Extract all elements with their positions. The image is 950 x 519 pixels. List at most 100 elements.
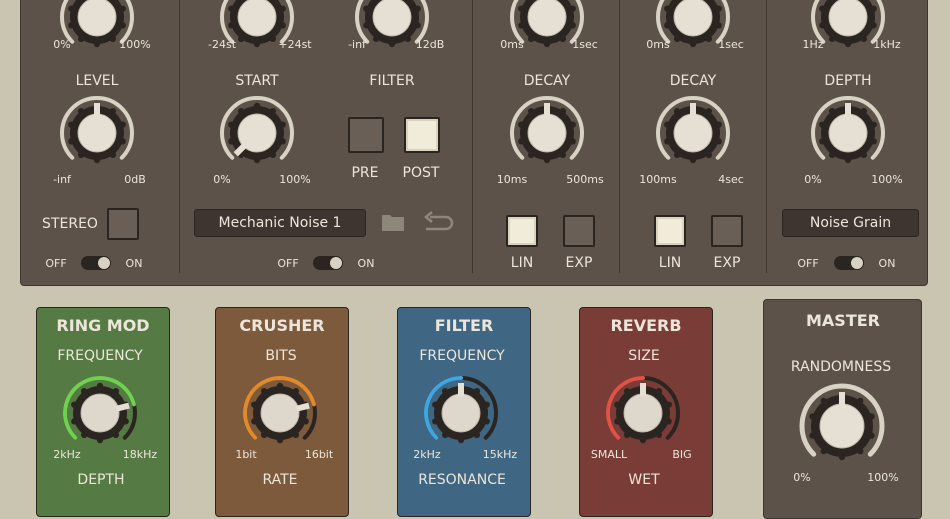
stereo-label: STEREO [42,216,98,232]
noise-type-display[interactable]: Noise Grain [782,209,919,237]
decay-exp-label: EXP [565,255,593,271]
col2-off-label: OFF [277,257,299,270]
crusher-title: CRUSHER [239,316,325,335]
filter-resonance-label: RESONANCE [418,472,506,488]
master-title: MASTER [806,311,880,330]
decay2-exp-label: EXP [713,255,741,271]
pitch-max-label: +24st [278,38,312,51]
level-min-label: -inf [53,173,71,186]
undo-icon[interactable] [422,211,454,237]
decay2-exp-button[interactable] [711,215,743,247]
sound-design-panel [20,0,928,286]
filter-frequency-knob[interactable] [422,374,500,452]
reverb-max-label: BIG [672,448,692,461]
decay-exp-button[interactable] [563,215,595,247]
filter-min-label: 2kHz [413,448,441,461]
crusher-max-label: 16bit [304,448,334,461]
crusher-bits-knob[interactable] [241,374,319,452]
filter-frequency-label: FREQUENCY [419,348,505,364]
crusher-rate-label: RATE [262,472,298,488]
filter-title: FILTER [434,316,494,335]
start-knob[interactable] [218,94,296,172]
decay2-lin-button[interactable] [654,215,686,247]
knob-graphic [424,376,498,444]
knob-graphic [799,383,885,461]
stereo-button[interactable] [107,208,139,240]
crusher-min-label: 1bit [235,448,257,461]
decay2-label: DECAY [669,73,717,89]
depth-knob[interactable] [809,94,887,172]
col1-top-min-label: 0% [53,38,71,51]
master-randomness-knob[interactable] [797,381,887,471]
master-max-label: 100% [867,471,899,484]
filter-post-label: POST [402,165,440,181]
reverb-wet-label: WET [628,472,660,488]
filter-post-button[interactable] [404,117,440,153]
knob-graphic [243,376,317,444]
depth-label: DEPTH [824,73,872,89]
col2-on-label: ON [357,257,375,270]
decay2-max-label: 4sec [718,173,744,186]
level-max-label: 0dB [124,173,146,186]
column-divider [619,0,620,273]
col1-on-label: ON [125,257,143,270]
reverb-size-label: SIZE [628,348,660,364]
sample-name-display[interactable]: Mechanic Noise 1 [194,209,366,237]
decay-lin-button[interactable] [506,215,538,247]
rate-min-label: 1Hz [802,38,824,51]
col2-toggle[interactable] [313,256,343,270]
decay-max-label: 500ms [566,173,604,186]
decay-label: DECAY [523,73,571,89]
column-divider [179,0,180,273]
depth-max-label: 100% [871,173,903,186]
knob-graphic [60,96,134,164]
knob-graphic [811,96,885,164]
col1-off-label: OFF [45,257,67,270]
filter-pre-button[interactable] [348,117,384,153]
reverb-min-label: SMALL [590,448,628,461]
ring-mod-frequency-knob[interactable] [61,374,139,452]
ring-mod-frequency-label: FREQUENCY [57,348,143,364]
decay2-knob[interactable] [654,94,732,172]
pitch-min-label: -24st [207,38,237,51]
col5-toggle[interactable] [834,256,864,270]
attack-max-label: 1sec [572,38,598,51]
decay-lin-label: LIN [510,255,534,271]
ring-mod-min-label: 2kHz [53,448,81,461]
decay-min-label: 10ms [496,173,528,186]
knob-graphic [510,96,584,164]
reverb-size-knob[interactable] [604,374,682,452]
attack-min-label: 0ms [500,38,524,51]
decay2-lin-label: LIN [658,255,682,271]
knob-graphic [63,376,137,444]
ring-mod-max-label: 18kHz [122,448,158,461]
master-min-label: 0% [793,471,811,484]
filter-routing-label: FILTER [369,73,415,89]
col1-top-max-label: 100% [119,38,151,51]
filter-pre-label: PRE [351,165,379,181]
start-max-label: 100% [279,173,311,186]
filter-max-label: 15kHz [482,448,518,461]
ring-mod-depth-label: DEPTH [77,472,125,488]
gain-max-label: 12dB [415,38,445,51]
gain-min-label: -inf [348,38,366,51]
attack2-max-label: 1sec [718,38,744,51]
start-label: START [235,73,279,89]
reverb-title: REVERB [610,316,682,335]
col1-toggle[interactable] [81,256,111,270]
start-min-label: 0% [213,173,231,186]
level-knob[interactable] [58,94,136,172]
level-label: LEVEL [75,73,119,89]
folder-icon[interactable] [381,212,405,236]
crusher-bits-label: BITS [265,348,297,364]
knob-graphic [606,376,680,444]
attack2-min-label: 0ms [646,38,670,51]
column-divider [472,0,473,273]
depth-min-label: 0% [804,173,822,186]
rate-max-label: 1kHz [873,38,901,51]
decay-knob[interactable] [508,94,586,172]
knob-graphic [220,96,294,164]
ring-mod-title: RING MOD [56,316,150,335]
col5-off-label: OFF [797,257,819,270]
master-randomness-label: RANDOMNESS [790,359,892,375]
